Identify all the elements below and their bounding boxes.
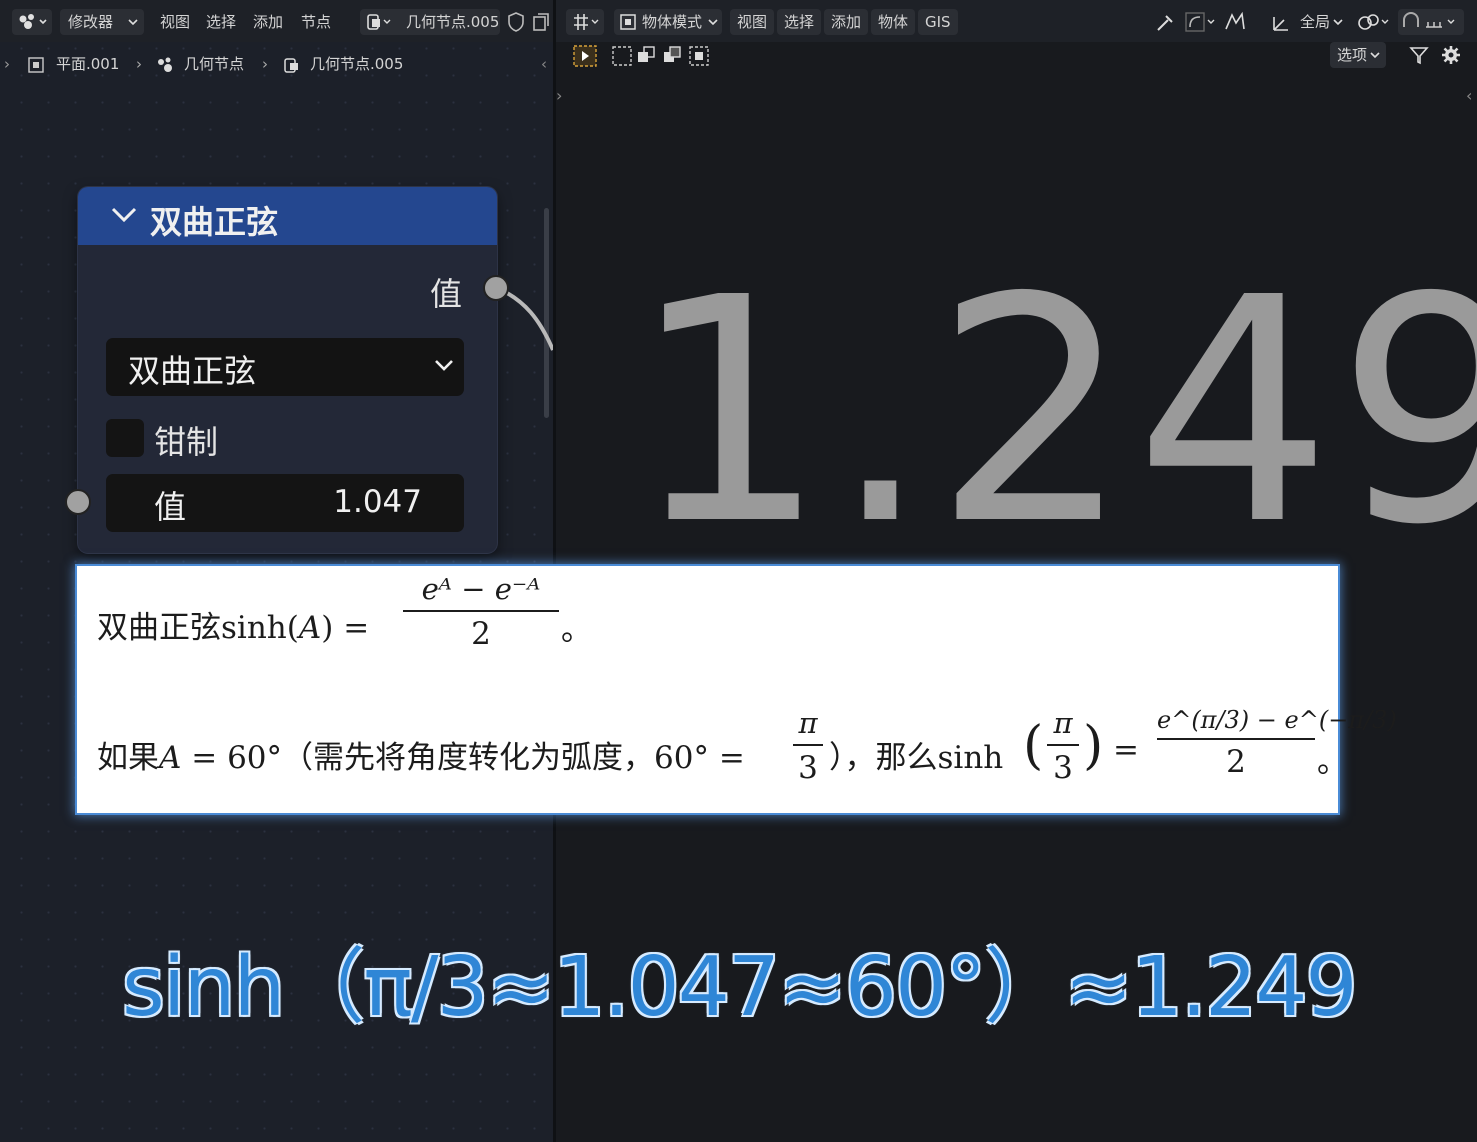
operation-dropdown[interactable]: 双曲正弦 (106, 338, 464, 396)
operation-value: 双曲正弦 (128, 352, 257, 390)
gear-icon[interactable] (1440, 44, 1462, 66)
formula-line1-end: 。 (561, 612, 592, 648)
chevron-down-icon (708, 19, 718, 26)
viewport-header: 物体模式 视图 选择 添加 物体 GIS 全局 (556, 0, 1477, 42)
math-node-sinh[interactable]: 双曲正弦 值 双曲正弦 钳制 值 1.047 (65, 187, 509, 553)
clamp-checkbox[interactable] (106, 419, 144, 457)
fraction-denominator: 2 (471, 616, 491, 652)
select-tool-icon[interactable] (572, 44, 598, 68)
formula-line2-then: ），那么sinh (829, 740, 1004, 776)
node-header[interactable]: 双曲正弦 (78, 187, 497, 245)
menu-add[interactable]: 添加 (824, 9, 869, 35)
chevron-right-icon[interactable]: › (556, 86, 562, 105)
formula-paren-right: ) (1083, 716, 1104, 776)
chevron-down-icon[interactable] (110, 205, 138, 225)
viewport-tool-row: 选项 (556, 42, 1477, 68)
formula-line2-text: 如果A = 60°（需先将角度转化为弧度，60° = (97, 740, 745, 776)
value-field-label: 值 (154, 488, 187, 526)
snap-target-icon[interactable] (1184, 11, 1218, 33)
node-title: 双曲正弦 (150, 203, 279, 241)
formula-pi-over-3: π 3 (793, 706, 823, 786)
value-field-number: 1.047 (333, 484, 422, 520)
clamp-label: 钳制 (154, 423, 219, 461)
input-socket[interactable] (65, 489, 91, 515)
formula-line2-big-fraction: e^(π/3) − e^(−π/3) 2 (1157, 706, 1397, 780)
formula-line1-fraction: eᴬ − e⁻ᴬ 2 (403, 572, 559, 652)
options-dropdown[interactable]: 选项 (1330, 42, 1386, 68)
selection-mode-icons[interactable] (610, 44, 728, 68)
menu-view[interactable]: 视图 (730, 9, 775, 35)
caption-text: sinh（π/3≈1.047≈60°）≈1.249 (122, 940, 1358, 1035)
magnet-icon (1403, 12, 1455, 28)
eyedropper-icon[interactable] (1154, 12, 1176, 34)
proportional-edit-icon[interactable] (1222, 11, 1248, 33)
transform-gizmo-icon[interactable] (1270, 11, 1296, 33)
menu-object[interactable]: 物体 (871, 9, 916, 35)
chevron-down-icon (1370, 52, 1380, 59)
output-socket[interactable] (483, 275, 509, 301)
formula-sinh-arg: π 3 (1047, 706, 1079, 786)
mode-dropdown[interactable]: 物体模式 (614, 9, 722, 35)
editor-type-button[interactable] (566, 9, 604, 35)
viewport-value-text: 1.249 (630, 232, 1477, 593)
menu-select[interactable]: 选择 (777, 9, 822, 35)
formula-panel: 双曲正弦sinh(A) = eᴬ − e⁻ᴬ 2 。 如果A = 60°（需先将… (77, 566, 1397, 813)
object-mode-icon (620, 14, 636, 30)
output-label: 值 (430, 275, 463, 313)
filter-icon[interactable] (1408, 44, 1430, 66)
formula-line1-prefix: 双曲正弦sinh(A) = (97, 610, 370, 646)
formula-line2-end: 。 (1317, 744, 1348, 780)
pivot-link-icon[interactable] (1356, 11, 1396, 33)
snap-toggle[interactable] (1398, 9, 1464, 35)
chevron-left-icon[interactable]: ‹ (1466, 86, 1472, 105)
value-input-field[interactable]: 值 1.047 (106, 474, 464, 532)
formula-paren-left: ( (1023, 716, 1044, 776)
options-label: 选项 (1337, 46, 1368, 64)
chevron-down-icon (435, 360, 453, 371)
fraction-numerator: eᴬ − e⁻ᴬ (421, 572, 541, 606)
mode-label: 物体模式 (642, 13, 703, 31)
orientation-label[interactable]: 全局 (1300, 9, 1330, 35)
chevron-down-icon (1333, 19, 1343, 26)
axis-icon (574, 14, 599, 30)
formula-equals: = (1113, 732, 1139, 768)
menu-gis[interactable]: GIS (918, 9, 958, 35)
